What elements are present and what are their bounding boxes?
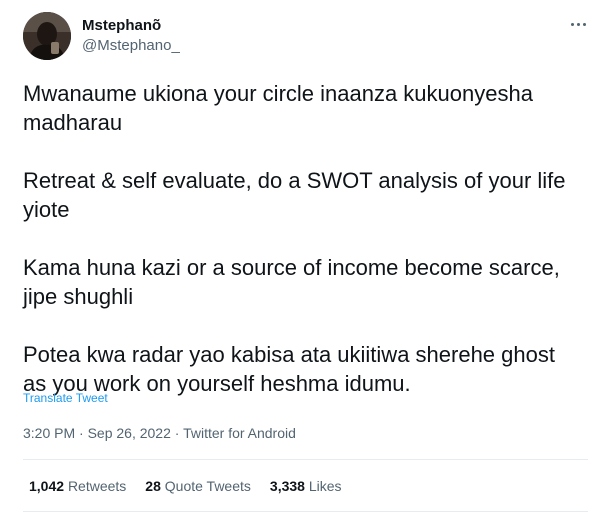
tweet-source[interactable]: Twitter for Android <box>183 425 296 441</box>
tweet-stats: 1,042 Retweets 28 Quote Tweets 3,338 Lik… <box>29 477 361 495</box>
likes-stat[interactable]: 3,338 Likes <box>270 477 342 495</box>
tweet-paragraph: Mwanaume ukiona your circle inaanza kuku… <box>23 81 533 135</box>
more-dot <box>576 22 580 26</box>
retweets-stat[interactable]: 1,042 Retweets <box>29 477 126 495</box>
translate-tweet-link[interactable]: Translate Tweet <box>23 391 108 405</box>
tweet-metadata: 3:20 PM · Sep 26, 2022 · Twitter for And… <box>23 424 296 442</box>
more-dot <box>570 22 574 26</box>
tweet-timestamp[interactable]: 3:20 PM · Sep 26, 2022 · <box>23 425 183 441</box>
tweet-paragraph: Potea kwa radar yao kabisa ata ukiitiwa … <box>23 342 555 396</box>
author-handle[interactable]: @Mstephano_ <box>82 37 180 55</box>
author-name[interactable]: Mstephanõ <box>82 17 161 35</box>
divider <box>23 511 588 512</box>
more-horizontal-icon[interactable] <box>566 14 590 34</box>
likes-count: 3,338 <box>269 478 305 494</box>
more-dot <box>582 22 586 26</box>
tweet-text: Mwanaume ukiona your circle inaanza kuku… <box>23 79 598 398</box>
avatar-image <box>23 12 71 60</box>
likes-label: Likes <box>308 478 342 494</box>
quote-tweets-count: 28 <box>145 478 161 494</box>
retweets-label: Retweets <box>67 478 127 494</box>
tweet-paragraph: Kama huna kazi or a source of income bec… <box>23 255 560 309</box>
retweets-count: 1,042 <box>29 478 65 494</box>
divider <box>23 459 588 460</box>
avatar[interactable] <box>23 12 71 60</box>
quote-tweets-label: Quote Tweets <box>164 478 251 494</box>
tweet-card: Mstephanõ @Mstephano_ Mwanaume ukiona yo… <box>0 0 610 514</box>
quote-tweets-stat[interactable]: 28 Quote Tweets <box>145 477 251 495</box>
tweet-paragraph: Retreat & self evaluate, do a SWOT analy… <box>23 168 566 222</box>
